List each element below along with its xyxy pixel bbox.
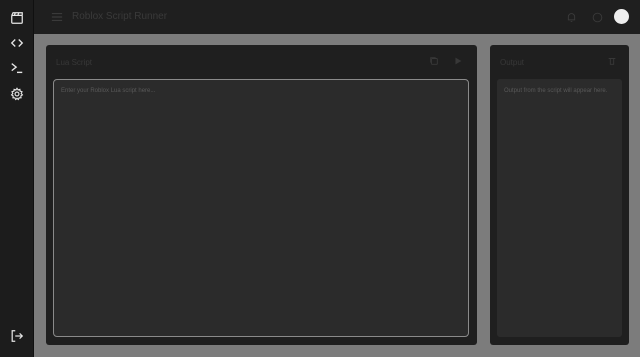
top-bar: Roblox Script Runner	[34, 0, 640, 34]
script-editor-textarea[interactable]: Enter your Roblox Lua script here...	[53, 79, 469, 337]
menu-icon[interactable]	[50, 10, 64, 24]
output-panel-label: Output	[500, 58, 525, 67]
editor-placeholder: Enter your Roblox Lua script here...	[61, 88, 156, 94]
logout-icon[interactable]	[8, 327, 26, 345]
help-icon[interactable]	[590, 10, 604, 24]
theme-toggle-button[interactable]	[614, 9, 629, 24]
sidebar	[0, 0, 34, 357]
gear-icon[interactable]	[8, 85, 26, 103]
app-title: Roblox Script Runner	[72, 11, 168, 22]
output-panel: Output Output from the script will appea…	[490, 45, 629, 345]
bell-icon[interactable]	[564, 10, 578, 24]
copy-icon[interactable]	[428, 55, 440, 67]
clear-output-icon[interactable]	[606, 55, 618, 67]
output-area: Output from the script will appear here.	[497, 79, 622, 337]
editor-panel-label: Lua Script	[56, 58, 93, 67]
output-placeholder: Output from the script will appear here.	[504, 88, 608, 94]
play-icon[interactable]	[452, 55, 464, 67]
clapperboard-icon[interactable]	[8, 9, 26, 27]
terminal-icon[interactable]	[8, 59, 26, 77]
script-editor-panel: Lua Script Enter your Roblox Lua script …	[46, 45, 477, 345]
code-icon[interactable]	[8, 34, 26, 52]
